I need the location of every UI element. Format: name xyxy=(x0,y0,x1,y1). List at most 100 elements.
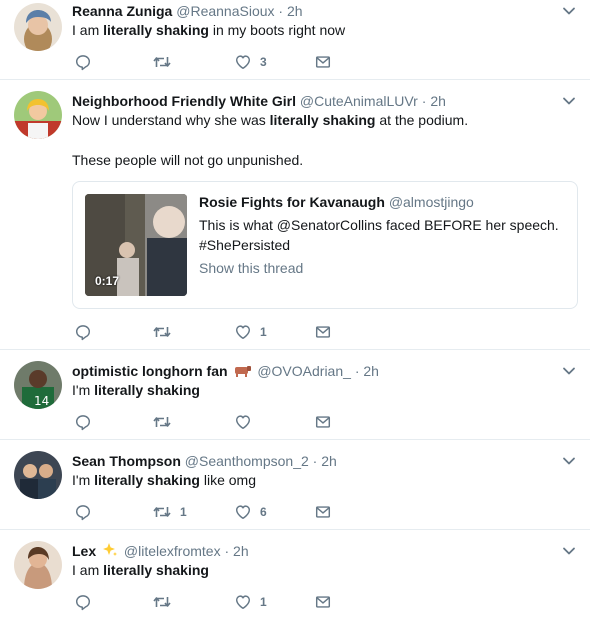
text-highlight: literally shaking xyxy=(269,112,376,128)
dm-button[interactable] xyxy=(314,592,332,612)
quoted-header: Rosie Fights for Kavanaugh @almostjingo xyxy=(199,194,474,210)
username[interactable]: @OVOAdrian_ xyxy=(257,363,351,379)
retweet-button[interactable] xyxy=(152,412,172,432)
timeline: Reanna Zuniga @ReannaSioux · 2h I am lit… xyxy=(0,0,590,620)
timestamp[interactable]: 2h xyxy=(363,363,379,379)
tweet[interactable]: 14 optimistic longhorn fan @OVOAdrian_ ·… xyxy=(0,350,590,440)
envelope-icon xyxy=(314,503,332,521)
reply-button[interactable] xyxy=(74,322,92,342)
dm-button[interactable] xyxy=(314,502,332,522)
quoted-tweet[interactable]: 0:17 Rosie Fights for Kavanaugh @almostj… xyxy=(72,181,578,309)
show-thread-link[interactable]: Show this thread xyxy=(199,260,303,276)
reply-icon xyxy=(74,53,92,71)
text-highlight: literally shaking xyxy=(94,472,200,488)
tweet[interactable]: Reanna Zuniga @ReannaSioux · 2h I am lit… xyxy=(0,0,590,80)
cow-emoji xyxy=(235,366,252,377)
retweet-icon xyxy=(152,502,172,522)
reply-button[interactable] xyxy=(74,52,92,72)
video-duration: 0:17 xyxy=(95,274,120,288)
like-button[interactable]: 3 xyxy=(234,52,267,72)
text-segment: in my boots right now xyxy=(208,22,346,38)
reply-button[interactable] xyxy=(74,592,92,612)
chevron-down-icon[interactable] xyxy=(562,94,576,108)
username[interactable]: @Seanthompson_2 xyxy=(185,453,309,469)
like-count: 6 xyxy=(260,505,267,519)
username[interactable]: @litelexfromtex xyxy=(124,543,221,559)
avatar[interactable] xyxy=(14,541,62,589)
separator: · xyxy=(421,93,427,109)
retweet-button[interactable]: 1 xyxy=(152,502,187,522)
text-segment: Now I understand why she was xyxy=(72,112,270,128)
avatar[interactable] xyxy=(14,451,62,499)
hashtag[interactable]: #ShePersisted xyxy=(199,235,559,255)
dm-button[interactable] xyxy=(314,52,332,72)
envelope-icon xyxy=(314,53,332,71)
retweet-icon xyxy=(152,412,172,432)
chevron-down-icon[interactable] xyxy=(562,544,576,558)
retweet-button[interactable] xyxy=(152,52,172,72)
quoted-text: This is what @SenatorCollins faced BEFOR… xyxy=(199,215,559,255)
text-segment: I'm xyxy=(72,382,95,398)
timestamp[interactable]: 2h xyxy=(321,453,337,469)
chevron-down-icon[interactable] xyxy=(562,364,576,378)
chevron-down-icon[interactable] xyxy=(562,4,576,18)
retweet-button[interactable] xyxy=(152,322,172,342)
tweet-text: I am literally shaking xyxy=(72,560,209,580)
tweet-text: I am literally shaking in my boots right… xyxy=(72,20,345,40)
separator: · xyxy=(278,3,284,19)
retweet-icon xyxy=(152,52,172,72)
tweet-text-line2: These people will not go unpunished. xyxy=(72,152,304,168)
tweet-actions: 1 xyxy=(72,322,402,342)
heart-icon xyxy=(234,593,252,611)
retweet-button[interactable] xyxy=(152,592,172,612)
quoted-display-name[interactable]: Rosie Fights for Kavanaugh xyxy=(199,194,385,210)
tweet[interactable]: Sean Thompson @Seanthompson_2 · 2h I'm l… xyxy=(0,440,590,530)
reply-icon xyxy=(74,593,92,611)
timestamp[interactable]: 2h xyxy=(430,93,446,109)
username[interactable]: @CuteAnimalLUVr xyxy=(300,93,418,109)
tweet[interactable]: Lex @litelexfromtex · 2h I am literally … xyxy=(0,530,590,620)
avatar[interactable] xyxy=(14,91,62,139)
like-button[interactable]: 1 xyxy=(234,322,267,342)
display-name[interactable]: Reanna Zuniga xyxy=(72,3,172,19)
quoted-text-line: This is what @SenatorCollins faced BEFOR… xyxy=(199,217,559,233)
text-highlight: literally shaking xyxy=(103,562,209,578)
display-name[interactable]: Lex xyxy=(72,543,96,559)
reply-icon xyxy=(74,503,92,521)
separator: · xyxy=(354,363,360,379)
heart-icon xyxy=(234,53,252,71)
heart-icon xyxy=(234,413,252,431)
tweet-text: I'm literally shaking xyxy=(72,380,200,400)
retweet-icon xyxy=(152,592,172,612)
reply-button[interactable] xyxy=(74,412,92,432)
avatar[interactable] xyxy=(14,3,62,51)
tweet-actions: 1 xyxy=(72,592,402,612)
tweet[interactable]: Neighborhood Friendly White Girl @CuteAn… xyxy=(0,80,590,350)
dm-button[interactable] xyxy=(314,412,332,432)
username[interactable]: @ReannaSioux xyxy=(176,3,274,19)
like-count: 3 xyxy=(260,55,267,69)
separator: · xyxy=(312,453,318,469)
like-button[interactable]: 6 xyxy=(234,502,267,522)
text-segment: like omg xyxy=(199,472,256,488)
dm-button[interactable] xyxy=(314,322,332,342)
heart-icon xyxy=(234,503,252,521)
timestamp[interactable]: 2h xyxy=(233,543,249,559)
like-button[interactable]: 1 xyxy=(234,592,267,612)
tweet-header: Lex @litelexfromtex · 2h xyxy=(72,542,249,560)
display-name[interactable]: optimistic longhorn fan xyxy=(72,363,228,379)
quoted-username[interactable]: @almostjingo xyxy=(389,194,474,210)
like-count: 1 xyxy=(260,595,267,609)
reply-button[interactable] xyxy=(74,502,92,522)
reply-icon xyxy=(74,323,92,341)
svg-text:14: 14 xyxy=(34,394,49,408)
chevron-down-icon[interactable] xyxy=(562,454,576,468)
timestamp[interactable]: 2h xyxy=(287,3,303,19)
video-thumbnail[interactable]: 0:17 xyxy=(85,194,187,296)
tweet-header: Sean Thompson @Seanthompson_2 · 2h xyxy=(72,452,337,470)
avatar[interactable]: 14 xyxy=(14,361,62,409)
like-button[interactable] xyxy=(234,412,252,432)
display-name[interactable]: Sean Thompson xyxy=(72,453,181,469)
display-name[interactable]: Neighborhood Friendly White Girl xyxy=(72,93,296,109)
tweet-header: Reanna Zuniga @ReannaSioux · 2h xyxy=(72,2,303,20)
